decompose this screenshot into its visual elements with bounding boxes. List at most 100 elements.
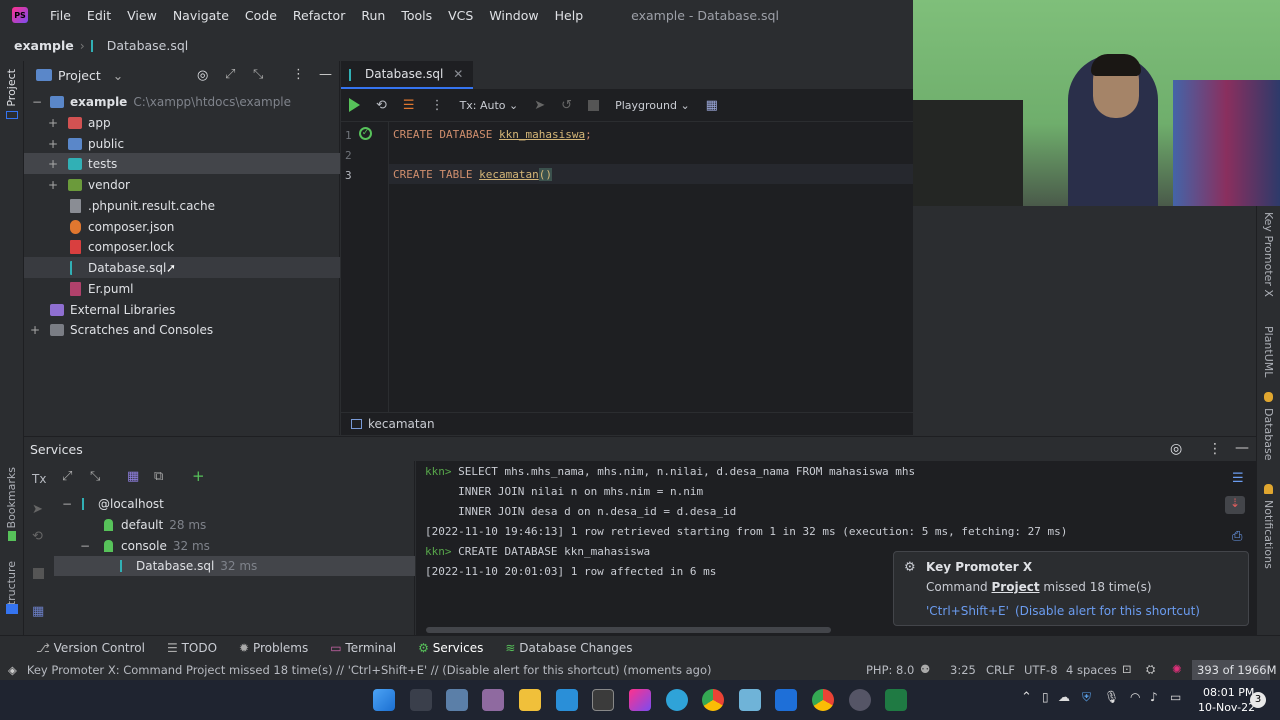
options-menu-icon[interactable]: ⋮ [1208, 441, 1222, 457]
database-tool-button[interactable]: Database [1262, 408, 1275, 461]
tray-chevron-up-icon[interactable]: ⌃ [1021, 690, 1032, 705]
tray-cloud-icon[interactable]: ☁ [1058, 690, 1070, 704]
nav-file[interactable]: Database.sql [107, 38, 189, 53]
vscode-icon[interactable] [556, 689, 578, 711]
phpstorm-logo-icon[interactable]: PS [12, 7, 28, 23]
expand-toggle-icon[interactable]: + [46, 157, 60, 171]
run-icon[interactable]: ➤ [32, 502, 43, 517]
breadcrumb-table[interactable]: kecamatan [368, 417, 435, 431]
tray-battery-icon[interactable]: ▭ [1170, 690, 1181, 704]
code-line-1[interactable]: CREATE DATABASE kkn_mahasiswa; [393, 128, 592, 141]
status-encoding[interactable]: UTF-8 [1024, 663, 1058, 677]
history-icon[interactable]: ⟲ [376, 98, 387, 113]
tray-usb-icon[interactable]: ▯ [1042, 690, 1049, 704]
tab-todo[interactable]: ☰ TODO [167, 641, 217, 655]
chrome-browser-icon[interactable] [702, 689, 724, 711]
tab-database-sql[interactable]: Database.sql ✕ [341, 61, 474, 89]
plugin-icon[interactable]: ✺ [1172, 662, 1182, 676]
todo-app-icon[interactable] [775, 689, 797, 711]
bookmarks-tool-button[interactable]: Bookmarks [5, 467, 18, 528]
tree-item-database-sql[interactable]: Database.sql ➚ [24, 257, 340, 278]
print-icon[interactable]: ⎙ [1232, 529, 1242, 544]
tree-item-tests[interactable]: + tests [24, 153, 340, 174]
chrome-profile-icon[interactable] [812, 689, 834, 711]
table-view-icon[interactable]: ▦ [706, 98, 718, 113]
readonly-lock-icon[interactable]: ⊡ [1122, 662, 1132, 676]
popup-disable-link[interactable]: (Disable alert for this shortcut) [1015, 604, 1200, 618]
snipping-tool-icon[interactable] [482, 689, 504, 711]
code-line-3[interactable]: CREATE TABLE kecamatan() [393, 168, 552, 181]
layout-icon[interactable]: ▦ [32, 604, 44, 619]
menu-code[interactable]: Code [237, 8, 285, 23]
settings-sliders-icon[interactable]: ☰ [403, 98, 415, 113]
locate-target-icon[interactable]: ◎ [1170, 441, 1182, 457]
tab-problems[interactable]: ✹ Problems [239, 641, 308, 655]
nav-project[interactable]: example [14, 38, 74, 53]
inspection-icon[interactable]: ⛭ [1146, 662, 1155, 677]
tx-mode-dropdown[interactable]: Tx: Auto ⌄ [460, 99, 519, 112]
project-tool-button[interactable]: Project [5, 69, 18, 107]
phpstorm-app-icon[interactable] [629, 689, 651, 711]
tab-version-control[interactable]: ⎇ Version Control [36, 641, 145, 655]
collapse-all-icon[interactable]: ⤡ [90, 469, 100, 484]
popup-msg-link[interactable]: Project [992, 580, 1040, 594]
key-promoter-tool-button[interactable]: Key Promoter X [1262, 212, 1275, 297]
commit-icon[interactable]: ➤ [534, 98, 545, 113]
menu-help[interactable]: Help [547, 8, 592, 23]
tree-item-public[interactable]: + public [24, 133, 340, 154]
excel-app-icon[interactable] [885, 689, 907, 711]
tree-root-example[interactable]: − example C:\xampp\htdocs\example [24, 91, 340, 112]
project-panel-title[interactable]: Project [58, 68, 101, 83]
tray-shield-icon[interactable]: ⛨ [1082, 690, 1091, 705]
svc-node-localhost[interactable]: − @localhost [62, 494, 164, 514]
edge-browser-icon[interactable] [666, 689, 688, 711]
menu-view[interactable]: View [119, 8, 165, 23]
add-icon[interactable]: + [192, 467, 205, 485]
menu-window[interactable]: Window [481, 8, 546, 23]
scroll-to-end-icon[interactable]: ⇣ [1225, 496, 1245, 514]
hide-panel-icon[interactable]: — [1235, 440, 1249, 456]
task-view-icon[interactable] [410, 689, 432, 711]
horizontal-scrollbar[interactable] [426, 627, 831, 633]
tree-item-phpunit-cache[interactable]: .phpunit.result.cache [24, 195, 340, 216]
menu-edit[interactable]: Edit [79, 8, 119, 23]
stop-icon[interactable] [33, 568, 44, 579]
playground-dropdown[interactable]: Playground ⌄ [615, 99, 690, 112]
expand-toggle-icon[interactable]: + [46, 178, 60, 192]
stop-icon[interactable] [588, 99, 600, 111]
svc-node-console[interactable]: − console 32 ms [80, 536, 210, 556]
tree-item-external-libraries[interactable]: External Libraries [24, 299, 340, 320]
tree-item-vendor[interactable]: + vendor [24, 174, 340, 195]
tab-terminal[interactable]: ▭ Terminal [330, 641, 396, 655]
locate-target-icon[interactable]: ◎ [197, 68, 208, 83]
group-by-icon[interactable]: ▦ [127, 469, 139, 484]
tab-services[interactable]: ⚙ Services [418, 641, 483, 655]
users-icon[interactable]: ⚉ [920, 662, 930, 676]
obs-recorder-icon[interactable] [849, 689, 871, 711]
hide-panel-icon[interactable]: — [319, 67, 332, 82]
new-tab-icon[interactable]: ⧉ [154, 469, 163, 484]
tray-microphone-icon[interactable]: 🎙 [1104, 690, 1119, 704]
status-caret-position[interactable]: 3:25 [950, 663, 976, 677]
menu-tools[interactable]: Tools [393, 8, 440, 23]
more-options-icon[interactable]: ⋮ [431, 98, 444, 113]
windows-start-icon[interactable] [373, 689, 395, 711]
terminal-app-icon[interactable] [592, 689, 614, 711]
notifications-tool-button[interactable]: Notifications [1262, 500, 1275, 569]
file-explorer-icon[interactable] [519, 689, 541, 711]
status-line-separator[interactable]: CRLF [986, 663, 1015, 677]
menu-vcs[interactable]: VCS [440, 8, 481, 23]
status-message[interactable]: Key Promoter X: Command Project missed 1… [27, 663, 712, 677]
taskbar-date[interactable]: 10-Nov-22 [1198, 701, 1255, 714]
close-icon[interactable]: ✕ [453, 67, 463, 81]
taskbar-time[interactable]: 08:01 PM [1203, 686, 1254, 699]
popup-shortcut-link[interactable]: 'Ctrl+Shift+E' [926, 604, 1009, 618]
chevron-down-icon[interactable]: ⌄ [113, 68, 123, 83]
status-php-version[interactable]: PHP: 8.0 [866, 663, 914, 677]
status-indent[interactable]: 4 spaces [1066, 663, 1117, 677]
menu-run[interactable]: Run [353, 8, 393, 23]
tray-volume-icon[interactable]: ♪ [1150, 690, 1158, 704]
tray-wifi-icon[interactable]: ◠ [1130, 690, 1140, 704]
collapse-toggle-icon[interactable]: − [62, 497, 76, 511]
plantuml-tool-button[interactable]: PlantUML [1262, 326, 1275, 377]
